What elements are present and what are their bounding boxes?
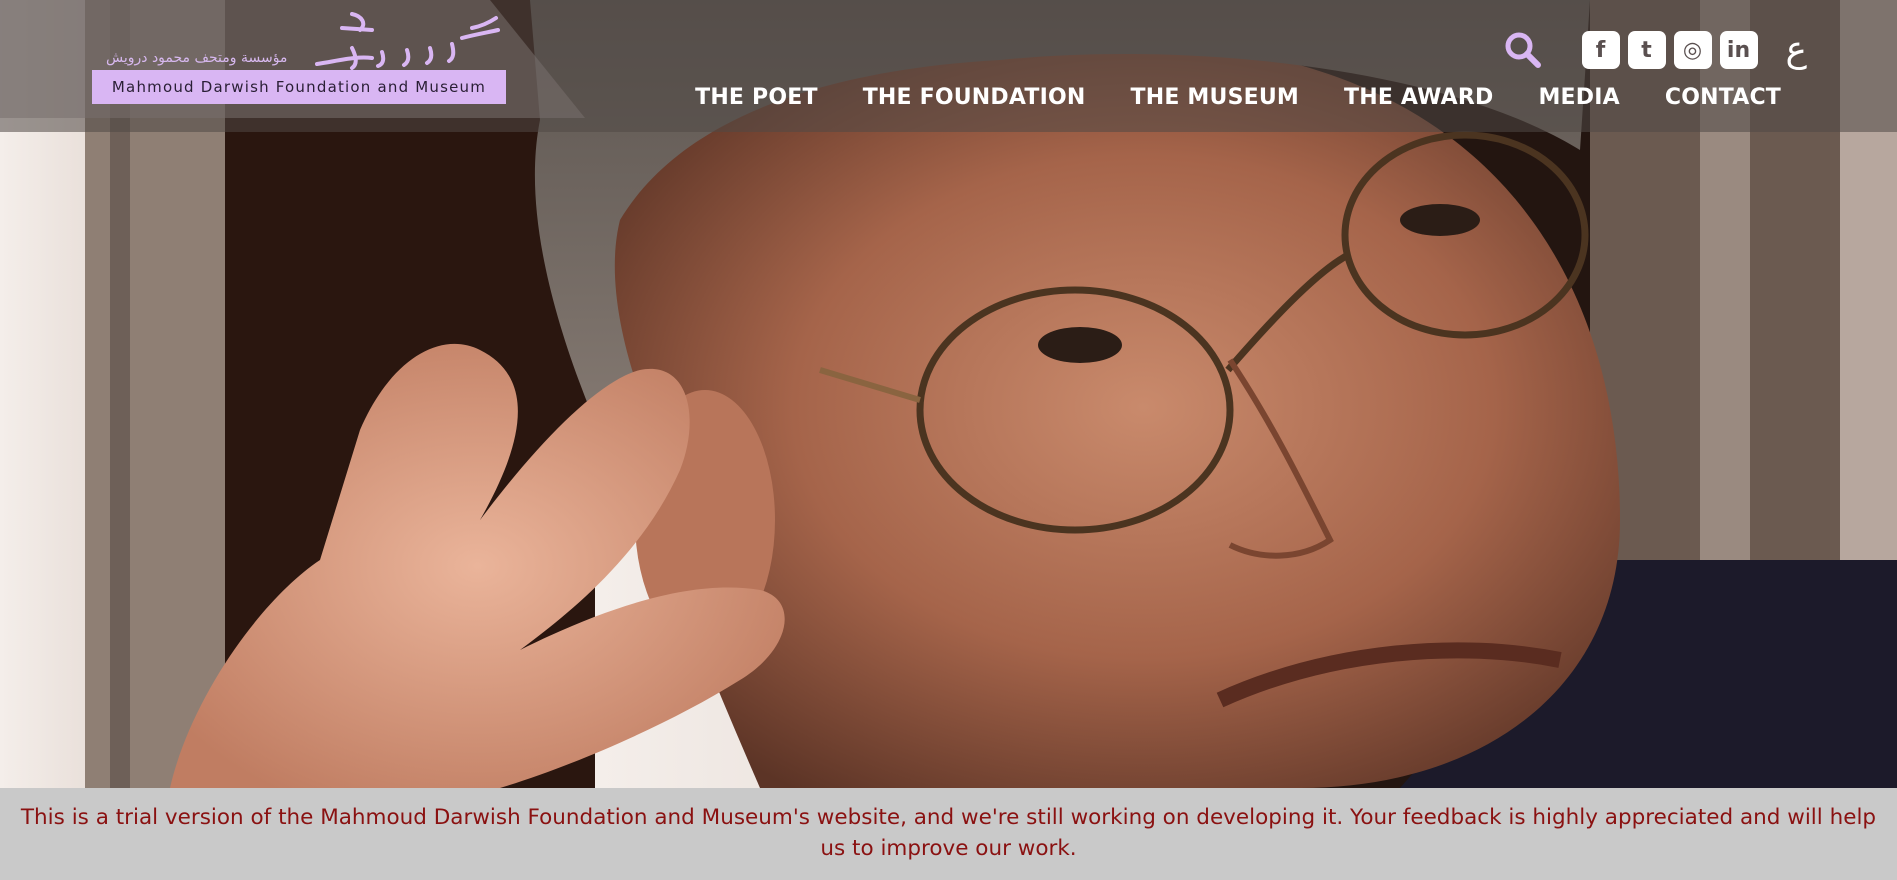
nav-item-media[interactable]: MEDIA — [1538, 85, 1619, 110]
instagram-icon[interactable]: ◎ — [1673, 31, 1712, 69]
trial-version-notice: This is a trial version of the Mahmoud D… — [0, 788, 1897, 880]
site-logo[interactable]: مؤسسة ومتحف محمود درويش Mahmoud Darwish … — [92, 8, 506, 106]
site-header: مؤسسة ومتحف محمود درويش Mahmoud Darwish … — [0, 0, 1897, 132]
nav-item-the-foundation[interactable]: THE FOUNDATION — [863, 85, 1086, 110]
nav-item-the-museum[interactable]: THE MUSEUM — [1131, 85, 1300, 110]
logo-arabic-text: مؤسسة ومتحف محمود درويش — [106, 50, 288, 66]
nav-item-the-poet[interactable]: THE POET — [695, 85, 818, 110]
header-utilities: f t ◎ in ع — [1502, 30, 1807, 70]
logo-english-text: Mahmoud Darwish Foundation and Museum — [92, 70, 506, 104]
search-icon[interactable] — [1502, 29, 1544, 71]
main-navigation: THE POET THE FOUNDATION THE MUSEUM THE A… — [695, 85, 1781, 110]
nav-item-contact[interactable]: CONTACT — [1665, 85, 1781, 110]
twitter-icon[interactable]: t — [1627, 31, 1666, 69]
language-toggle-arabic[interactable]: ع — [1786, 32, 1807, 68]
nav-item-the-award[interactable]: THE AWARD — [1344, 85, 1493, 110]
facebook-icon[interactable]: f — [1581, 31, 1620, 69]
calligraphy-signature-icon — [315, 12, 500, 70]
linkedin-icon[interactable]: in — [1719, 31, 1758, 69]
